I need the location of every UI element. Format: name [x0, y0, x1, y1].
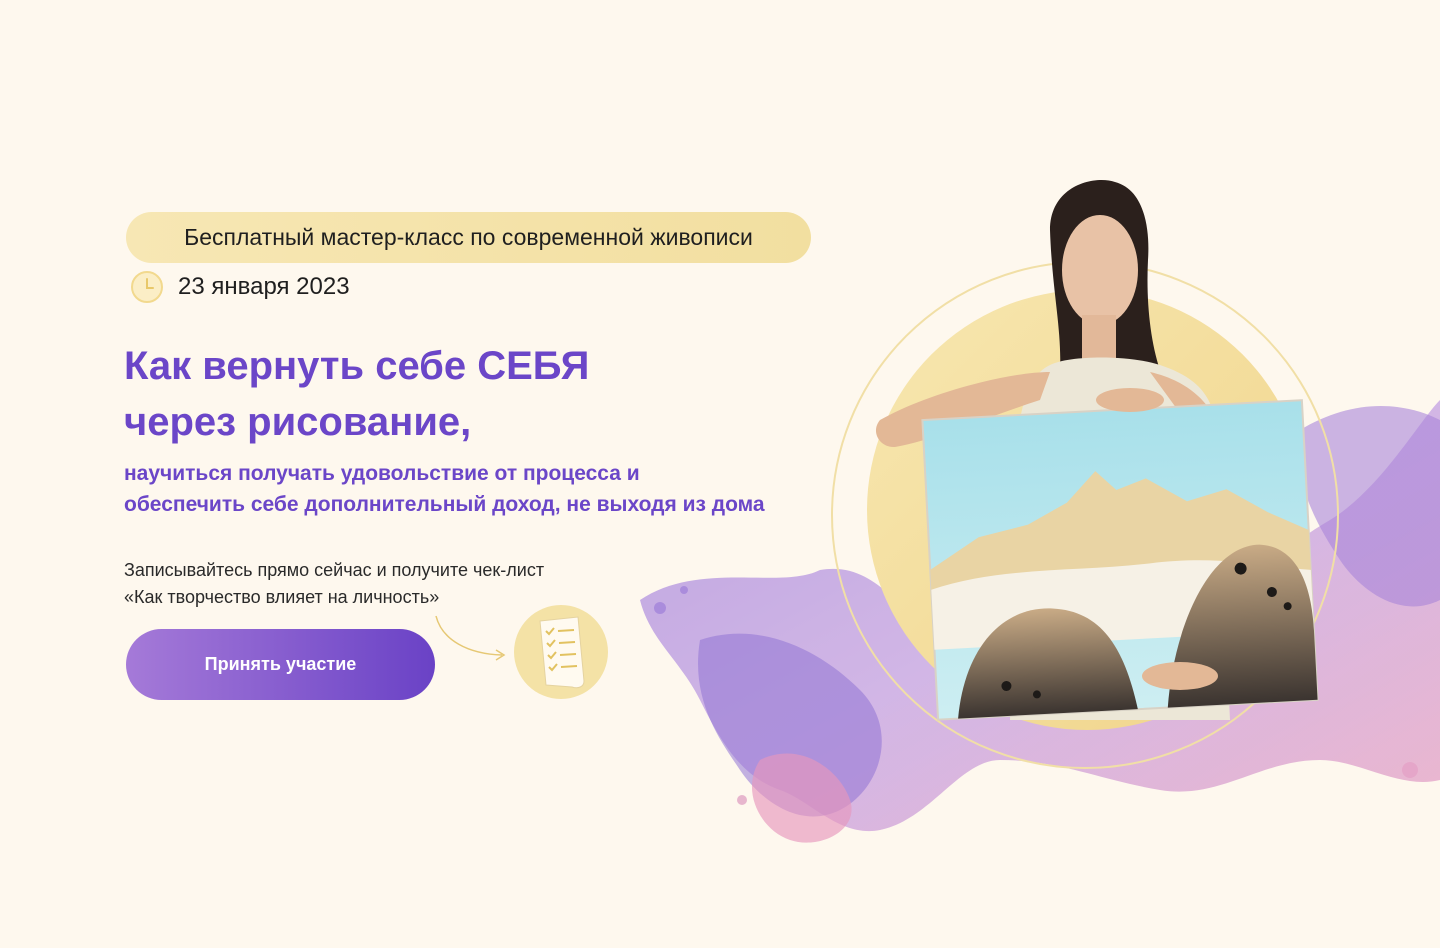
- event-date: 23 января 2023: [130, 270, 350, 304]
- subtitle-line-2: обеспечить себе дополнительный доход, не…: [124, 493, 765, 516]
- checklist-icon: [514, 605, 608, 699]
- clock-icon: [131, 271, 163, 303]
- join-button[interactable]: Принять участие: [126, 629, 435, 700]
- event-badge-label: Бесплатный мастер-класс по современной ж…: [184, 224, 753, 250]
- subtitle-line-1: научиться получать удовольствие от проце…: [124, 462, 640, 485]
- hand-bottom: [1142, 662, 1218, 690]
- event-date-text: 23 января 2023: [178, 273, 350, 300]
- title-line-2: через рисование,: [124, 400, 472, 444]
- arrow-icon: [435, 615, 506, 661]
- page-subtitle: научиться получать удовольствие от проце…: [124, 458, 765, 520]
- event-badge: Бесплатный мастер-класс по современной ж…: [126, 212, 811, 263]
- cta-line-2: «Как творчество влияет на личность»: [124, 587, 440, 607]
- hand-top: [1096, 388, 1164, 412]
- title-line-1: Как вернуть себе СЕБЯ: [124, 344, 590, 388]
- page-title: Как вернуть себе СЕБЯ через рисование,: [124, 338, 589, 450]
- painting: [921, 399, 1319, 721]
- cta-description: Записывайтесь прямо сейчас и получите че…: [124, 557, 544, 611]
- cta-line-1: Записывайтесь прямо сейчас и получите че…: [124, 560, 545, 580]
